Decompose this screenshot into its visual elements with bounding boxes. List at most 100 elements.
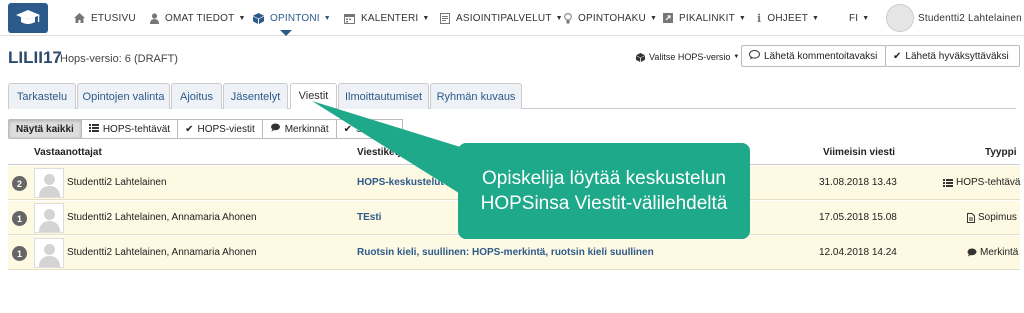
document-icon <box>967 212 975 223</box>
top-navbar: ETUSIVU OMAT TIEDOT ▼ OPINTONI ▼ KALENTE… <box>0 0 1024 36</box>
check-icon: ✔ <box>343 123 353 135</box>
caret-down-icon: ▼ <box>738 14 747 22</box>
avatar <box>34 203 64 233</box>
message-filter-group: Näytä kaikki HOPS-tehtävät ✔ HOPS-viesti… <box>8 119 403 139</box>
avatar <box>34 238 64 268</box>
filter-hops-tasks[interactable]: HOPS-tehtävät <box>80 119 179 139</box>
latest-message-cell: 31.08.2018 13.43 <box>819 177 897 188</box>
home-icon <box>74 13 85 23</box>
filter-label: HOPS-viestit <box>197 123 255 135</box>
recipients-cell: Studentti2 Lahtelainen, Annamaria Ahonen <box>67 212 257 223</box>
tab-opintojen-valinta[interactable]: Opintojen valinta <box>77 83 170 109</box>
type-cell: Sopimus <box>967 212 1017 223</box>
nav-label: KALENTERI <box>361 12 419 24</box>
send-for-approval-button[interactable]: ✔ Lähetä hyväksyttäväksi <box>885 45 1020 67</box>
latest-message-cell: 12.04.2018 14.24 <box>819 247 897 258</box>
column-header-subject[interactable]: Viestiketjun aihe <box>357 147 436 158</box>
type-label: Sopimus <box>978 212 1017 223</box>
type-cell: Merkintä <box>967 247 1018 258</box>
calendar-icon <box>344 13 355 24</box>
filter-label: Sopimus <box>356 123 395 135</box>
tab-jasentelyt[interactable]: Jäsentelyt <box>223 83 288 109</box>
latest-message-cell: 17.05.2018 15.08 <box>819 212 897 223</box>
send-for-comment-label: Lähetä kommentoitavaksi <box>764 50 878 62</box>
nav-label: PIKALINKIT <box>679 12 735 24</box>
nav-opintohaku[interactable]: OPINTOHAKU ▼ <box>564 0 657 36</box>
comment-icon <box>967 248 977 257</box>
recipients-cell: Studentti2 Lahtelainen <box>67 177 167 188</box>
nav-asiointipalvelut[interactable]: ASIOINTIPALVELUT ▼ <box>440 0 563 36</box>
send-for-comment-button[interactable]: Lähetä kommentoitavaksi <box>741 45 886 67</box>
callout-line: HOPSinsa Viestit-välilehdeltä <box>480 193 728 214</box>
recipients-cell: Studentti2 Lahtelainen, Annamaria Ahonen <box>67 247 257 258</box>
filter-hops-messages[interactable]: ✔ HOPS-viestit <box>177 119 263 139</box>
nav-label: OPINTOHAKU <box>578 12 646 24</box>
page-title: LILII17 <box>8 48 62 67</box>
tab-label: Tarkastelu <box>16 90 68 103</box>
user-name: Studentti2 Lahtelainen <box>918 12 1022 24</box>
hops-version-select-label: Valitse HOPS-versio <box>649 52 731 62</box>
tab-label: Opintojen valinta <box>82 90 165 103</box>
annotation-callout: Opiskelija löytää keskustelun HOPSinsa V… <box>458 143 750 239</box>
column-header-recipients[interactable]: Vastaanottajat <box>34 147 102 158</box>
nav-pikalinkit[interactable]: PIKALINKIT ▼ <box>663 0 746 36</box>
caret-down-icon: ▼ <box>422 14 430 22</box>
caret-down-icon: ▼ <box>733 54 740 60</box>
caret-down-icon: ▼ <box>555 14 563 22</box>
filter-show-all[interactable]: Näytä kaikki <box>8 119 82 139</box>
cube-icon <box>253 12 264 24</box>
hops-version-label: Hops-versio: 6 (DRAFT) <box>60 53 178 65</box>
user-menu[interactable]: Studentti2 Lahtelainen ▼ <box>918 0 1024 36</box>
tab-label: Ryhmän kuvaus <box>436 90 516 103</box>
filter-agreement[interactable]: ✔ Sopimus <box>335 119 403 139</box>
comment-icon <box>270 123 281 135</box>
type-label: Merkintä <box>980 247 1019 258</box>
file-icon <box>440 12 450 24</box>
subject-link[interactable]: Ruotsin kieli, suullinen: HOPS-merkintä,… <box>357 247 654 258</box>
filter-label: Merkinnät <box>284 123 329 135</box>
external-link-icon <box>663 13 673 23</box>
nav-kalenteri[interactable]: KALENTERI ▼ <box>344 0 430 36</box>
table-row[interactable]: 1 Studentti2 Lahtelainen, Annamaria Ahon… <box>8 236 1020 270</box>
message-count-badge: 2 <box>12 176 27 191</box>
nav-omat-tiedot[interactable]: OMAT TIEDOT ▼ <box>150 0 246 36</box>
caret-down-icon: ▼ <box>649 14 658 22</box>
filter-label: HOPS-tehtävät <box>102 123 171 135</box>
column-header-latest[interactable]: Viimeisin viesti <box>823 147 895 158</box>
subject-link[interactable]: TEsti <box>357 212 381 223</box>
info-icon: i <box>757 11 762 25</box>
language-select[interactable]: FI ▼ <box>849 0 869 36</box>
check-icon: ✔ <box>893 50 902 62</box>
avatar <box>34 168 64 198</box>
tab-ryhman-kuvaus[interactable]: Ryhmän kuvaus <box>430 83 522 109</box>
column-header-type[interactable]: Tyyppi <box>985 147 1016 158</box>
nav-etusivu[interactable]: ETUSIVU <box>74 0 136 36</box>
tab-ilmoittautumiset[interactable]: Ilmoittautumiset <box>338 83 429 109</box>
type-cell: HOPS-tehtävä <box>943 177 1020 188</box>
nav-label: OHJEET <box>767 12 809 24</box>
active-nav-marker <box>280 30 292 36</box>
nav-ohjeet[interactable]: i OHJEET ▼ <box>757 0 819 36</box>
caret-down-icon: ▼ <box>238 14 246 22</box>
type-label: HOPS-tehtävä <box>956 177 1021 188</box>
nav-label: OPINTONI <box>270 12 320 24</box>
filter-notes[interactable]: Merkinnät <box>261 119 337 139</box>
caret-down-icon: ▼ <box>812 14 820 22</box>
tab-ajoitus[interactable]: Ajoitus <box>171 83 222 109</box>
lightbulb-icon <box>564 12 572 24</box>
send-for-approval-label: Lähetä hyväksyttäväksi <box>905 50 1009 62</box>
caret-down-icon: ▼ <box>862 14 870 22</box>
nav-label: OMAT TIEDOT <box>165 12 235 24</box>
graduation-cap-icon <box>16 10 40 24</box>
message-count-badge: 1 <box>12 246 27 261</box>
tab-tarkastelu[interactable]: Tarkastelu <box>8 83 76 109</box>
tab-label: Jäsentelyt <box>230 90 281 103</box>
check-icon: ✔ <box>185 123 194 135</box>
comment-icon <box>749 49 760 63</box>
list-icon <box>943 178 953 187</box>
subject-link[interactable]: HOPS-keskustelut <box>357 177 444 188</box>
home-logo[interactable] <box>8 3 48 33</box>
avatar[interactable] <box>886 4 914 32</box>
hops-version-select[interactable]: Valitse HOPS-versio ▼ <box>636 52 739 62</box>
tab-viestit[interactable]: Viestit <box>290 83 337 109</box>
